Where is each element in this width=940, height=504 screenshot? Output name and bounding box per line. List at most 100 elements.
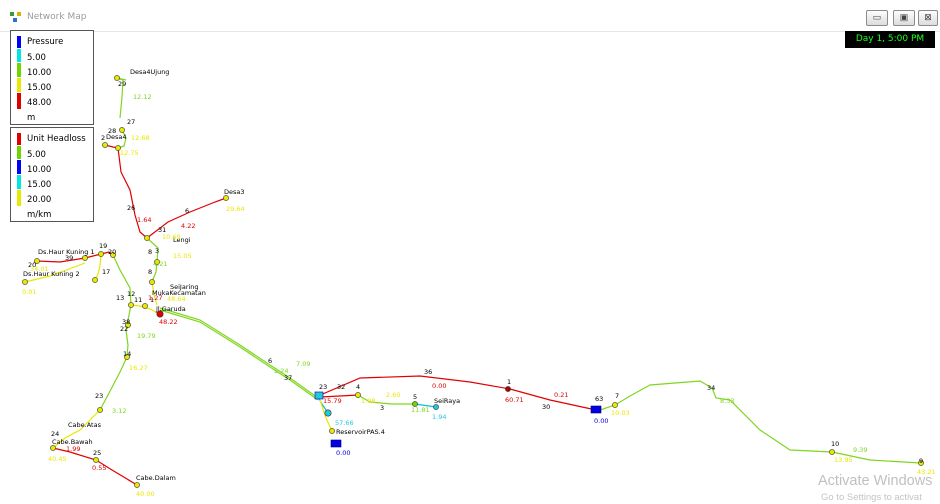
pipe[interactable] bbox=[159, 309, 319, 401]
value-label: 1.99 bbox=[66, 445, 80, 453]
close-button[interactable]: ⊠ bbox=[918, 10, 938, 26]
value-label: 1.98 bbox=[361, 397, 375, 405]
junction-node[interactable] bbox=[149, 279, 155, 285]
value-label: 3.12 bbox=[112, 407, 126, 415]
node-label: 19 bbox=[99, 242, 107, 250]
junction-node[interactable] bbox=[612, 402, 618, 408]
junction-node[interactable] bbox=[829, 449, 835, 455]
node-label: 22 bbox=[120, 325, 128, 333]
node-label: 27 bbox=[127, 118, 135, 126]
value-label: 0.00 bbox=[336, 449, 350, 457]
node-label: 13 bbox=[116, 294, 124, 302]
junction-node[interactable] bbox=[22, 279, 28, 285]
value-label: 15.79 bbox=[323, 397, 342, 405]
value-label: 48.64 bbox=[167, 295, 186, 303]
junction-node[interactable] bbox=[505, 386, 511, 392]
value-label: 34.01 bbox=[30, 265, 49, 273]
value-label: 15.05 bbox=[173, 252, 192, 260]
pipe[interactable] bbox=[94, 253, 102, 281]
node-label: 25 bbox=[93, 449, 101, 457]
junction-node[interactable] bbox=[223, 195, 229, 201]
window-title: Network Map bbox=[27, 12, 87, 22]
junction-node[interactable] bbox=[102, 142, 108, 148]
node-label: 36 bbox=[424, 368, 432, 376]
junction-node[interactable] bbox=[433, 404, 439, 410]
value-label: 2.24 bbox=[274, 367, 288, 375]
value-label: 1.94 bbox=[432, 413, 446, 421]
pipe[interactable] bbox=[117, 147, 148, 239]
junction-node[interactable] bbox=[128, 302, 134, 308]
node-label: 32 bbox=[337, 383, 345, 391]
network-map-canvas[interactable]: 29 Desa4Ujung 27 28 2 Desa4 26 6 Desa3 3… bbox=[0, 32, 940, 504]
activation-watermark: Activate Windows bbox=[818, 473, 933, 489]
value-label: 12.12 bbox=[133, 93, 152, 101]
value-label: 0.00 bbox=[432, 382, 446, 390]
minimize-button[interactable]: ▭ bbox=[866, 10, 888, 26]
node-label: 2 bbox=[101, 134, 105, 142]
junction-node[interactable] bbox=[329, 428, 335, 434]
node-label: 17 bbox=[102, 268, 110, 276]
value-label: 4.22 bbox=[181, 222, 195, 230]
value-label: 4.21 bbox=[153, 260, 167, 268]
node-label: 1 bbox=[507, 378, 511, 386]
node-label: 29 bbox=[118, 80, 126, 88]
node-label: 20 bbox=[108, 248, 116, 256]
junction-node[interactable] bbox=[142, 303, 148, 309]
junction-node[interactable] bbox=[134, 482, 140, 488]
value-label: 11.81 bbox=[411, 406, 430, 414]
value-label: 60.71 bbox=[505, 396, 524, 404]
junction-node[interactable] bbox=[82, 255, 88, 261]
value-label: 1.27 bbox=[148, 294, 162, 302]
value-label: 10.03 bbox=[611, 409, 630, 417]
node-label: 3 bbox=[155, 247, 159, 255]
value-label: 40.45 bbox=[48, 455, 67, 463]
junction-node[interactable] bbox=[50, 445, 56, 451]
node-label: Desa4Ujung bbox=[130, 68, 169, 76]
node-label: Desa4 bbox=[106, 133, 127, 141]
node-label: 3 bbox=[380, 404, 384, 412]
junction-node[interactable] bbox=[98, 251, 104, 257]
node-label: ReservoirPAS.4 bbox=[336, 428, 385, 436]
value-label: 29.64 bbox=[226, 205, 245, 213]
value-label: 0.21 bbox=[554, 391, 568, 399]
node-label: 14 bbox=[123, 350, 131, 358]
node-label: 23 bbox=[95, 392, 103, 400]
node-label: 4 bbox=[356, 383, 360, 391]
value-label: 7.09 bbox=[296, 360, 310, 368]
value-label: 8.33 bbox=[720, 397, 734, 405]
pipe[interactable] bbox=[159, 307, 319, 399]
junction-node[interactable] bbox=[144, 235, 150, 241]
node-label: 23 bbox=[319, 383, 327, 391]
node-label: 6 bbox=[268, 357, 272, 365]
pipe[interactable] bbox=[99, 356, 128, 411]
value-label: 13.95 bbox=[834, 456, 853, 464]
node-label: Cabe.Dalam bbox=[136, 474, 176, 482]
restore-button[interactable]: ▣ bbox=[893, 10, 915, 26]
value-label: 12.68 bbox=[131, 134, 150, 142]
reservoir-node[interactable] bbox=[330, 439, 342, 448]
node-label: 7 bbox=[615, 392, 619, 400]
node-label: 8 bbox=[148, 248, 152, 256]
tank-node[interactable] bbox=[314, 391, 324, 400]
value-label: 0.01 bbox=[22, 288, 36, 296]
node-label: SeiRaya bbox=[434, 397, 460, 405]
junction-node[interactable] bbox=[92, 277, 98, 283]
node-label: 5 bbox=[413, 393, 417, 401]
reservoir-node[interactable] bbox=[590, 405, 602, 414]
junction-node[interactable] bbox=[324, 409, 332, 417]
node-label: SeiJaring bbox=[170, 283, 199, 291]
junction-node[interactable] bbox=[97, 407, 103, 413]
value-label: 10.69 bbox=[162, 233, 181, 241]
pipe[interactable] bbox=[599, 380, 922, 464]
junction-node[interactable] bbox=[355, 392, 361, 398]
node-label: 34 bbox=[707, 384, 715, 392]
junction-node[interactable] bbox=[119, 127, 125, 133]
value-label: 0.55 bbox=[92, 464, 106, 472]
activation-watermark-subtext: Go to Settings to activat bbox=[821, 492, 922, 503]
node-label: 10 bbox=[831, 440, 839, 448]
value-label: 0.00 bbox=[594, 417, 608, 425]
value-label: 2.60 bbox=[386, 391, 400, 399]
node-label: 24 bbox=[51, 430, 59, 438]
node-label: Cabe.Atas bbox=[68, 421, 102, 429]
junction-node[interactable] bbox=[93, 457, 99, 463]
